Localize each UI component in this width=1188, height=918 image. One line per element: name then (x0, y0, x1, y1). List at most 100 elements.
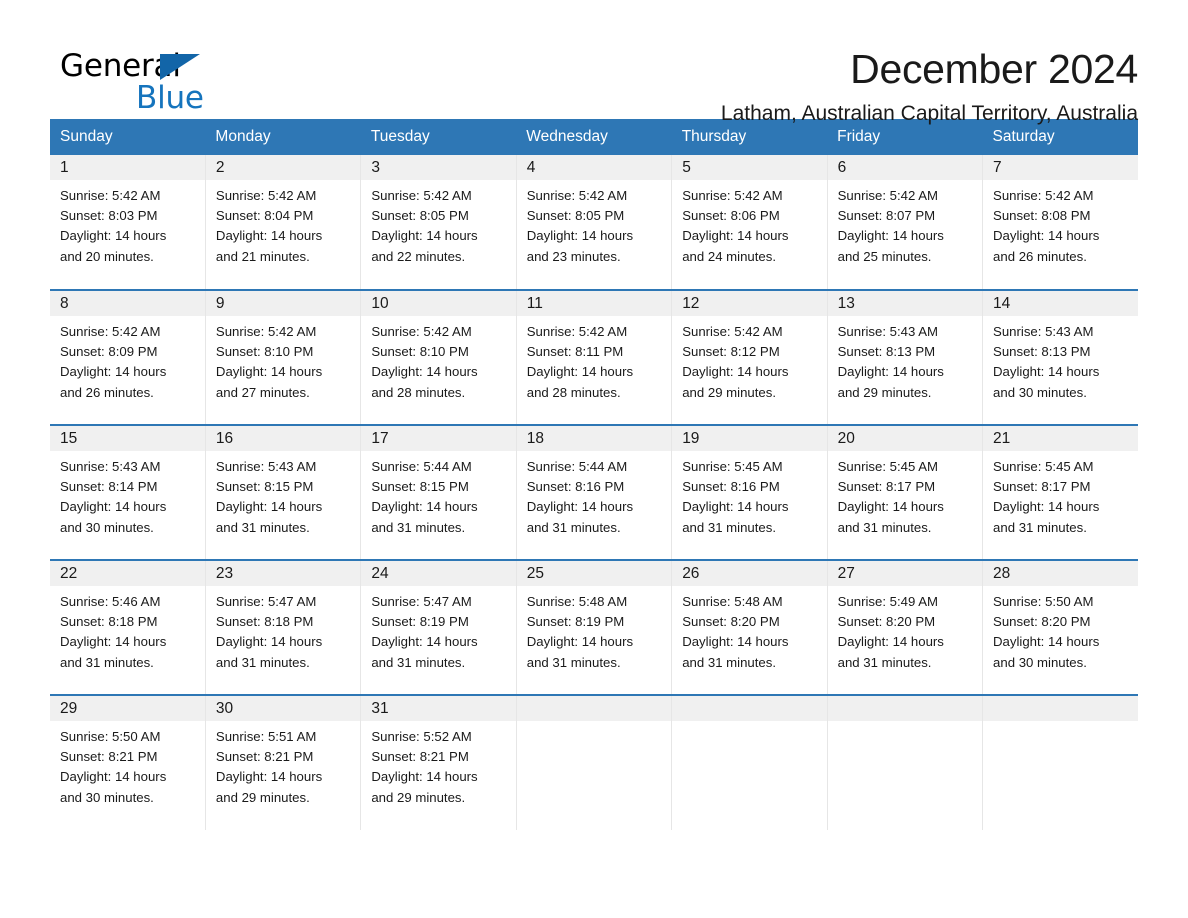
day-details: Sunrise: 5:42 AM Sunset: 8:07 PM Daylight:… (828, 180, 982, 267)
day-cell-inner: 31 Sunrise: 5:52 AM Sunset: 8:21 PM Dayligh… (361, 696, 516, 829)
calendar-day-cell-empty (671, 694, 828, 830)
calendar-day-cell[interactable]: 30 Sunrise: 5:51 AM Sunset: 8:21 PM Dayligh… (205, 694, 362, 830)
calendar-day-cell[interactable]: 13 Sunrise: 5:43 AM Sunset: 8:13 PM Dayligh… (827, 289, 984, 425)
calendar-day-cell[interactable]: 10 Sunrise: 5:42 AM Sunset: 8:10 PM Dayligh… (360, 289, 517, 425)
day-number: 11 (516, 291, 672, 316)
calendar-day-cell[interactable]: 18 Sunrise: 5:44 AM Sunset: 8:16 PM Dayligh… (516, 424, 673, 560)
sunset-time: Sunset: 8:15 PM (371, 479, 469, 495)
daylight-duration-line1: Daylight: 14 hours (215, 634, 323, 650)
sunrise-time: Sunrise: 5:45 AM (837, 459, 939, 474)
calendar-day-cell-empty (516, 694, 673, 830)
daylight-duration-line2: and 31 minutes. (993, 519, 1087, 535)
calendar-day-cell[interactable]: 12 Sunrise: 5:42 AM Sunset: 8:12 PM Dayligh… (671, 289, 828, 425)
sunset-time: Sunset: 8:10 PM (215, 344, 314, 360)
calendar-day-cell[interactable]: 21 Sunrise: 5:45 AM Sunset: 8:17 PM Dayligh… (982, 424, 1138, 560)
calendar-day-cell[interactable]: 5 Sunrise: 5:42 AM Sunset: 8:06 PM Daylight… (671, 155, 828, 290)
day-number (516, 696, 672, 721)
day-details: Sunrise: 5:42 AM Sunset: 8:06 PM Daylight:… (672, 180, 826, 267)
daylight-duration-line1: Daylight: 14 hours (60, 499, 167, 515)
sunset-time: Sunset: 8:04 PM (215, 208, 314, 224)
day-details: Sunrise: 5:43 AM Sunset: 8:14 PM Daylight:… (50, 451, 205, 538)
day-number: 16 (205, 426, 361, 451)
day-details: Sunrise: 5:50 AM Sunset: 8:20 PM Daylight:… (983, 586, 1138, 673)
daylight-duration-line1: Daylight: 14 hours (526, 634, 634, 650)
calendar-day-cell[interactable]: 9 Sunrise: 5:42 AM Sunset: 8:10 PM Daylight… (205, 289, 362, 425)
day-cell-inner: 18 Sunrise: 5:44 AM Sunset: 8:16 PM Dayligh… (516, 426, 672, 559)
calendar-body: 1 Sunrise: 5:42 AM Sunset: 8:03 PM Daylight… (50, 155, 1138, 830)
day-cell-inner: 17 Sunrise: 5:44 AM Sunset: 8:15 PM Dayligh… (361, 426, 516, 559)
sunset-time: Sunset: 8:07 PM (837, 208, 936, 224)
day-cell-inner: 21 Sunrise: 5:45 AM Sunset: 8:17 PM Dayligh… (983, 426, 1138, 559)
calendar-day-cell[interactable]: 7 Sunrise: 5:42 AM Sunset: 8:08 PM Daylight… (982, 155, 1138, 290)
calendar-day-cell[interactable]: 26 Sunrise: 5:48 AM Sunset: 8:20 PM Dayligh… (671, 559, 828, 695)
calendar-day-cell[interactable]: 23 Sunrise: 5:47 AM Sunset: 8:18 PM Dayligh… (205, 559, 362, 695)
calendar-day-cell[interactable]: 28 Sunrise: 5:50 AM Sunset: 8:20 PM Dayligh… (982, 559, 1138, 695)
calendar-day-cell[interactable]: 24 Sunrise: 5:47 AM Sunset: 8:19 PM Dayligh… (360, 559, 517, 695)
daylight-duration-line1: Daylight: 14 hours (682, 499, 789, 515)
calendar-day-cell[interactable]: 29 Sunrise: 5:50 AM Sunset: 8:21 PM Dayligh… (50, 694, 206, 830)
daylight-duration-line1: Daylight: 14 hours (682, 364, 789, 380)
day-details: Sunrise: 5:45 AM Sunset: 8:17 PM Daylight:… (983, 451, 1138, 538)
sunrise-time: Sunrise: 5:44 AM (526, 459, 628, 474)
calendar-day-cell[interactable]: 3 Sunrise: 5:42 AM Sunset: 8:05 PM Daylight… (360, 155, 517, 290)
calendar-day-cell[interactable]: 14 Sunrise: 5:43 AM Sunset: 8:13 PM Dayligh… (982, 289, 1138, 425)
calendar-day-cell[interactable]: 20 Sunrise: 5:45 AM Sunset: 8:17 PM Dayligh… (827, 424, 984, 560)
daylight-duration-line1: Daylight: 14 hours (993, 364, 1100, 380)
day-number: 14 (983, 291, 1138, 316)
daylight-duration-line2: and 28 minutes. (526, 384, 621, 400)
daylight-duration-line1: Daylight: 14 hours (993, 499, 1100, 515)
sunrise-time: Sunrise: 5:42 AM (215, 324, 317, 339)
sunrise-time: Sunrise: 5:42 AM (682, 188, 783, 203)
logo-word-blue: Blue (136, 80, 204, 116)
day-number: 15 (50, 426, 205, 451)
calendar-day-cell[interactable]: 16 Sunrise: 5:43 AM Sunset: 8:15 PM Dayligh… (205, 424, 362, 560)
calendar-day-cell[interactable]: 19 Sunrise: 5:45 AM Sunset: 8:16 PM Dayligh… (671, 424, 828, 560)
day-details: Sunrise: 5:49 AM Sunset: 8:20 PM Daylight:… (828, 586, 982, 673)
calendar-day-cell[interactable]: 1 Sunrise: 5:42 AM Sunset: 8:03 PM Daylight… (50, 155, 206, 290)
daylight-duration-line2: and 29 minutes. (215, 789, 310, 805)
day-cell-inner (672, 696, 827, 829)
day-number: 5 (672, 155, 827, 180)
day-number: 31 (361, 696, 516, 721)
day-details: Sunrise: 5:47 AM Sunset: 8:19 PM Daylight:… (361, 586, 515, 673)
sunset-time: Sunset: 8:09 PM (60, 344, 158, 360)
calendar-day-cell[interactable]: 15 Sunrise: 5:43 AM Sunset: 8:14 PM Dayligh… (50, 424, 206, 560)
daylight-duration-line2: and 31 minutes. (682, 654, 777, 670)
daylight-duration-line2: and 21 minutes. (215, 248, 310, 264)
daylight-duration-line1: Daylight: 14 hours (215, 769, 323, 785)
logo-top-row: General (60, 48, 360, 84)
day-cell-inner: 8 Sunrise: 5:42 AM Sunset: 8:09 PM Daylight… (50, 291, 205, 424)
day-details: Sunrise: 5:42 AM Sunset: 8:12 PM Daylight:… (672, 316, 826, 403)
calendar-day-cell[interactable]: 25 Sunrise: 5:48 AM Sunset: 8:19 PM Dayligh… (516, 559, 673, 695)
calendar-day-cell[interactable]: 31 Sunrise: 5:52 AM Sunset: 8:21 PM Dayligh… (360, 694, 517, 830)
sunrise-time: Sunrise: 5:47 AM (215, 594, 317, 609)
calendar-day-cell[interactable]: 4 Sunrise: 5:42 AM Sunset: 8:05 PM Daylight… (516, 155, 673, 290)
daylight-duration-line2: and 23 minutes. (526, 248, 621, 264)
day-number: 19 (672, 426, 827, 451)
calendar-day-cell[interactable]: 6 Sunrise: 5:42 AM Sunset: 8:07 PM Daylight… (827, 155, 984, 290)
day-cell-inner: 27 Sunrise: 5:49 AM Sunset: 8:20 PM Dayligh… (827, 561, 983, 694)
daylight-duration-line2: and 30 minutes. (60, 519, 154, 535)
calendar-day-cell-empty (982, 694, 1138, 830)
sunrise-time: Sunrise: 5:46 AM (60, 594, 161, 609)
sunset-time: Sunset: 8:11 PM (526, 344, 624, 360)
day-details: Sunrise: 5:42 AM Sunset: 8:09 PM Daylight:… (50, 316, 205, 403)
calendar-day-cell[interactable]: 8 Sunrise: 5:42 AM Sunset: 8:09 PM Daylight… (50, 289, 206, 425)
day-number: 9 (205, 291, 361, 316)
general-blue-logo[interactable]: General Blue (60, 48, 360, 118)
day-number: 25 (516, 561, 672, 586)
calendar-day-cell[interactable]: 2 Sunrise: 5:42 AM Sunset: 8:04 PM Daylight… (205, 155, 362, 290)
calendar-day-cell[interactable]: 22 Sunrise: 5:46 AM Sunset: 8:18 PM Dayligh… (50, 559, 206, 695)
calendar-day-cell[interactable]: 11 Sunrise: 5:42 AM Sunset: 8:11 PM Dayligh… (516, 289, 673, 425)
sunset-time: Sunset: 8:05 PM (371, 208, 469, 224)
daylight-duration-line1: Daylight: 14 hours (215, 499, 323, 515)
calendar-day-cell[interactable]: 27 Sunrise: 5:49 AM Sunset: 8:20 PM Dayligh… (827, 559, 984, 695)
calendar-day-cell[interactable]: 17 Sunrise: 5:44 AM Sunset: 8:15 PM Dayligh… (360, 424, 517, 560)
sunset-time: Sunset: 8:14 PM (60, 479, 158, 495)
day-cell-inner (827, 696, 983, 829)
sunrise-time: Sunrise: 5:43 AM (993, 324, 1094, 339)
day-number: 8 (50, 291, 205, 316)
day-cell-inner: 16 Sunrise: 5:43 AM Sunset: 8:15 PM Dayligh… (205, 426, 361, 559)
calendar-page: General Blue December 2024 Latham, Austr… (0, 0, 1188, 918)
day-cell-inner: 12 Sunrise: 5:42 AM Sunset: 8:12 PM Dayligh… (672, 291, 827, 424)
